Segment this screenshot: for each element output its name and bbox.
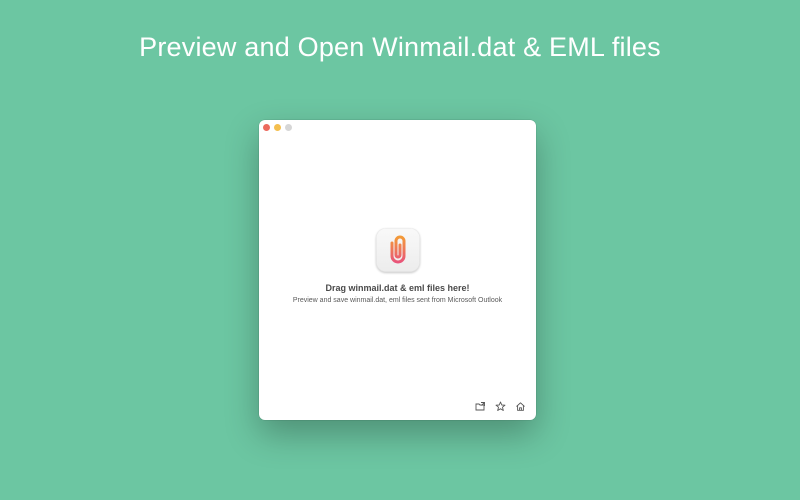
app-window: Drag winmail.dat & eml files here! Previ… <box>259 120 536 420</box>
headline: Preview and Open Winmail.dat & EML files <box>139 32 661 62</box>
star-icon[interactable] <box>495 401 506 412</box>
home-icon[interactable] <box>515 401 526 412</box>
open-folder-icon[interactable] <box>475 401 486 412</box>
close-button[interactable] <box>263 124 270 131</box>
drop-subtitle: Preview and save winmail.dat, eml files … <box>292 297 503 304</box>
drop-title: Drag winmail.dat & eml files here! <box>325 283 470 293</box>
window-controls <box>263 124 292 131</box>
zoom-button[interactable] <box>285 124 292 131</box>
paperclip-icon <box>375 228 420 272</box>
window-toolbar <box>475 401 526 412</box>
minimize-button[interactable] <box>274 124 281 131</box>
drop-zone[interactable]: Drag winmail.dat & eml files here! Previ… <box>259 228 536 304</box>
